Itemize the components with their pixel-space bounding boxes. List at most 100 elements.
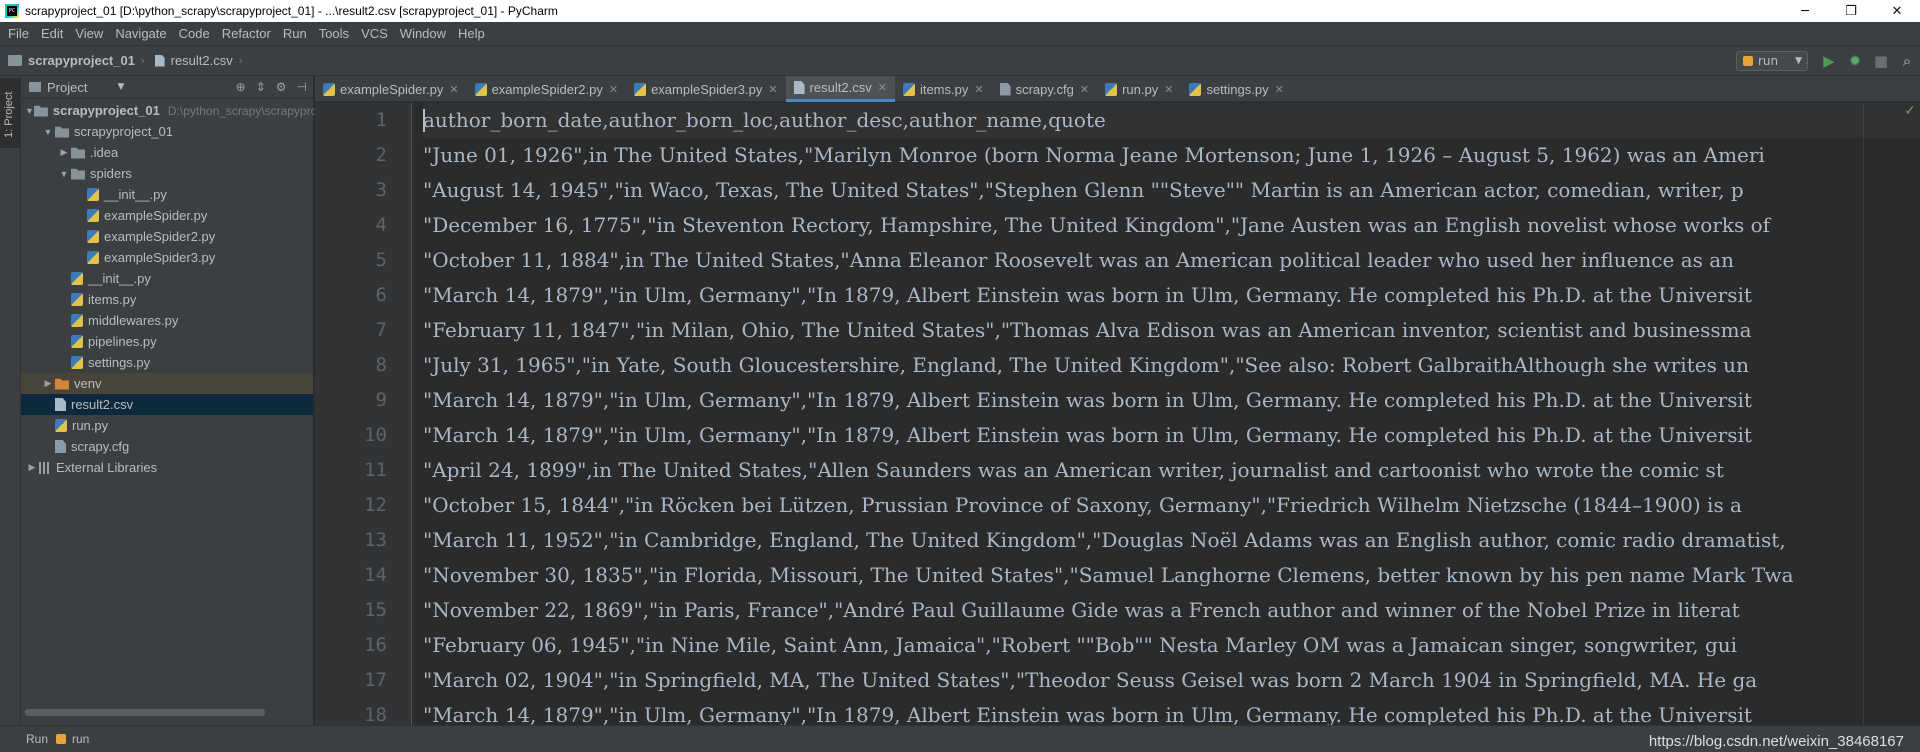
python-file-icon xyxy=(71,356,83,369)
menu-tools[interactable]: Tools xyxy=(313,22,355,45)
tree-item[interactable]: run.py xyxy=(21,415,313,436)
editor-tabs: exampleSpider.py ✕ exampleSpider2.py ✕ examp… xyxy=(315,76,1920,102)
breadcrumb-project[interactable]: scrapyproject_01 xyxy=(28,53,135,68)
restore-button[interactable]: ❐ xyxy=(1828,0,1874,22)
minimize-button[interactable]: ─ xyxy=(1782,0,1828,22)
code-line[interactable]: "October 11, 1884",in The United States,… xyxy=(423,243,1734,278)
tree-item[interactable]: scrapy.cfg xyxy=(21,436,313,457)
run-tab-name[interactable]: run xyxy=(72,732,89,746)
tree-item[interactable]: ▼ scrapyproject_01 xyxy=(21,121,313,142)
chevron-down-icon: ▼ xyxy=(1795,55,1802,66)
run-tool-label[interactable]: Run xyxy=(26,732,48,746)
close-button[interactable]: ✕ xyxy=(1874,0,1920,22)
menu-edit[interactable]: Edit xyxy=(35,22,69,45)
code-editor[interactable]: 1 2 3 4 5 6 7 8 9 10 11 12 13 14 15 16 17 18 author_born_… xyxy=(315,103,1920,725)
code-line[interactable]: "March 14, 1879","in Ulm, Germany","In 1… xyxy=(423,383,1752,418)
code-line[interactable]: "December 16, 1775","in Steventon Rector… xyxy=(423,208,1770,243)
tree-item[interactable]: items.py xyxy=(21,289,313,310)
code-line[interactable]: "August 14, 1945","in Waco, Texas, The U… xyxy=(423,173,1744,208)
code-line[interactable]: "February 06, 1945","in Nine Mile, Saint… xyxy=(423,628,1737,663)
close-tab-icon[interactable]: ✕ xyxy=(609,83,618,96)
collapse-all-icon[interactable]: ⇕ xyxy=(256,80,266,94)
tree-item[interactable]: pipelines.py xyxy=(21,331,313,352)
search-everywhere-icon[interactable]: ⌕ xyxy=(1894,48,1920,74)
editor-tab[interactable]: result2.csv ✕ xyxy=(785,76,895,102)
menu-code[interactable]: Code xyxy=(173,22,216,45)
menu-view[interactable]: View xyxy=(69,22,109,45)
tree-item[interactable]: exampleSpider2.py xyxy=(21,226,313,247)
menu-file[interactable]: File xyxy=(2,22,35,45)
code-line[interactable]: "July 31, 1965","in Yate, South Gloucest… xyxy=(423,348,1749,383)
expand-right-icon[interactable]: ▶ xyxy=(57,147,71,158)
tree-item-label: exampleSpider.py xyxy=(104,208,208,223)
editor-tab[interactable]: exampleSpider2.py ✕ xyxy=(467,76,627,102)
stop-button[interactable]: ■ xyxy=(1868,48,1894,74)
expand-right-icon[interactable]: ▶ xyxy=(25,462,39,473)
tree-item[interactable]: ▼ scrapyproject_01 D:\python_scrapy\scrapy… xyxy=(21,100,356,121)
code-line[interactable]: "March 14, 1879","in Ulm, Germany","In 1… xyxy=(423,418,1752,453)
expand-down-icon[interactable]: ▼ xyxy=(57,169,71,179)
menu-help[interactable]: Help xyxy=(452,22,491,45)
project-panel-scrollbar[interactable] xyxy=(25,709,265,716)
tree-item[interactable]: settings.py xyxy=(21,352,313,373)
tree-item[interactable]: result2.csv xyxy=(21,394,313,415)
tree-item-label: result2.csv xyxy=(71,397,134,412)
code-line[interactable]: "April 24, 1899",in The United States,"A… xyxy=(423,453,1724,488)
hide-panel-icon[interactable]: ⊣ xyxy=(297,80,307,94)
editor-tab[interactable]: items.py ✕ xyxy=(895,76,992,102)
menu-refactor[interactable]: Refactor xyxy=(216,22,277,45)
project-tool-tab[interactable]: 1: Project xyxy=(0,78,20,148)
expand-down-icon[interactable]: ▼ xyxy=(25,106,34,116)
python-file-icon xyxy=(902,82,915,96)
menu-run[interactable]: Run xyxy=(277,22,313,45)
locate-file-icon[interactable]: ⊕ xyxy=(236,80,246,94)
menu-window[interactable]: Window xyxy=(394,22,452,45)
tree-item-label: __init__.py xyxy=(104,187,167,202)
close-tab-icon[interactable]: ✕ xyxy=(1164,83,1173,96)
inspection-ok-icon[interactable]: ✓ xyxy=(1904,103,1916,119)
tree-item[interactable]: exampleSpider.py xyxy=(21,205,313,226)
code-line[interactable]: "November 30, 1835","in Florida, Missour… xyxy=(423,558,1794,593)
tree-item[interactable]: __init__.py xyxy=(21,184,313,205)
run-button[interactable]: ▶ xyxy=(1816,48,1842,74)
editor-tab[interactable]: exampleSpider.py ✕ xyxy=(315,76,467,102)
tree-item[interactable]: ▼ spiders xyxy=(21,163,313,184)
code-line[interactable]: "November 22, 1869","in Paris, France","… xyxy=(423,593,1740,628)
python-file-icon xyxy=(87,230,99,243)
project-view-select[interactable]: Project xyxy=(47,80,87,95)
line-number: 6 xyxy=(375,284,387,306)
chevron-down-icon[interactable]: ▼ xyxy=(117,82,124,92)
code-line[interactable]: "February 11, 1847","in Milan, Ohio, The… xyxy=(423,313,1752,348)
tree-item[interactable]: ▶ .idea xyxy=(21,142,313,163)
code-line[interactable]: "March 14, 1879","in Ulm, Germany","In 1… xyxy=(423,278,1752,313)
gear-icon[interactable]: ⚙ xyxy=(276,80,287,94)
editor-tab[interactable]: exampleSpider3.py ✕ xyxy=(626,76,786,102)
code-line[interactable]: "March 14, 1879","in Ulm, Germany","In 1… xyxy=(423,698,1752,725)
tree-item[interactable]: ▶ venv xyxy=(21,373,313,394)
close-tab-icon[interactable]: ✕ xyxy=(1275,83,1284,96)
close-tab-icon[interactable]: ✕ xyxy=(1080,83,1089,96)
expand-down-icon[interactable]: ▼ xyxy=(41,127,55,137)
close-tab-icon[interactable]: ✕ xyxy=(878,81,887,94)
editor-tab[interactable]: run.py ✕ xyxy=(1097,76,1181,102)
code-line[interactable]: "March 02, 1904","in Springfield, MA, Th… xyxy=(423,663,1757,698)
tree-item[interactable]: exampleSpider3.py xyxy=(21,247,313,268)
menu-navigate[interactable]: Navigate xyxy=(109,22,172,45)
debug-button[interactable]: ✹ xyxy=(1842,48,1868,74)
tree-item[interactable]: __init__.py xyxy=(21,268,313,289)
tree-item[interactable]: ▶ External Libraries xyxy=(21,457,313,478)
code-line[interactable]: "October 15, 1844","in Röcken bei Lützen… xyxy=(423,488,1742,523)
menu-vcs[interactable]: VCS xyxy=(355,22,394,45)
code-line[interactable]: "June 01, 1926",in The United States,"Ma… xyxy=(423,138,1765,173)
expand-right-icon[interactable]: ▶ xyxy=(41,378,55,389)
tree-item[interactable]: middlewares.py xyxy=(21,310,313,331)
editor-tab[interactable]: scrapy.cfg ✕ xyxy=(992,76,1098,102)
close-tab-icon[interactable]: ✕ xyxy=(768,83,777,96)
code-line[interactable]: "March 11, 1952","in Cambridge, England,… xyxy=(423,523,1786,558)
editor-tab[interactable]: settings.py ✕ xyxy=(1181,76,1291,102)
close-tab-icon[interactable]: ✕ xyxy=(974,83,983,96)
breadcrumb-file[interactable]: result2.csv xyxy=(171,53,233,68)
run-config-select[interactable]: run ▼ xyxy=(1736,50,1808,71)
code-line[interactable]: author_born_date,author_born_loc,author_… xyxy=(423,103,1920,138)
close-tab-icon[interactable]: ✕ xyxy=(449,83,458,96)
